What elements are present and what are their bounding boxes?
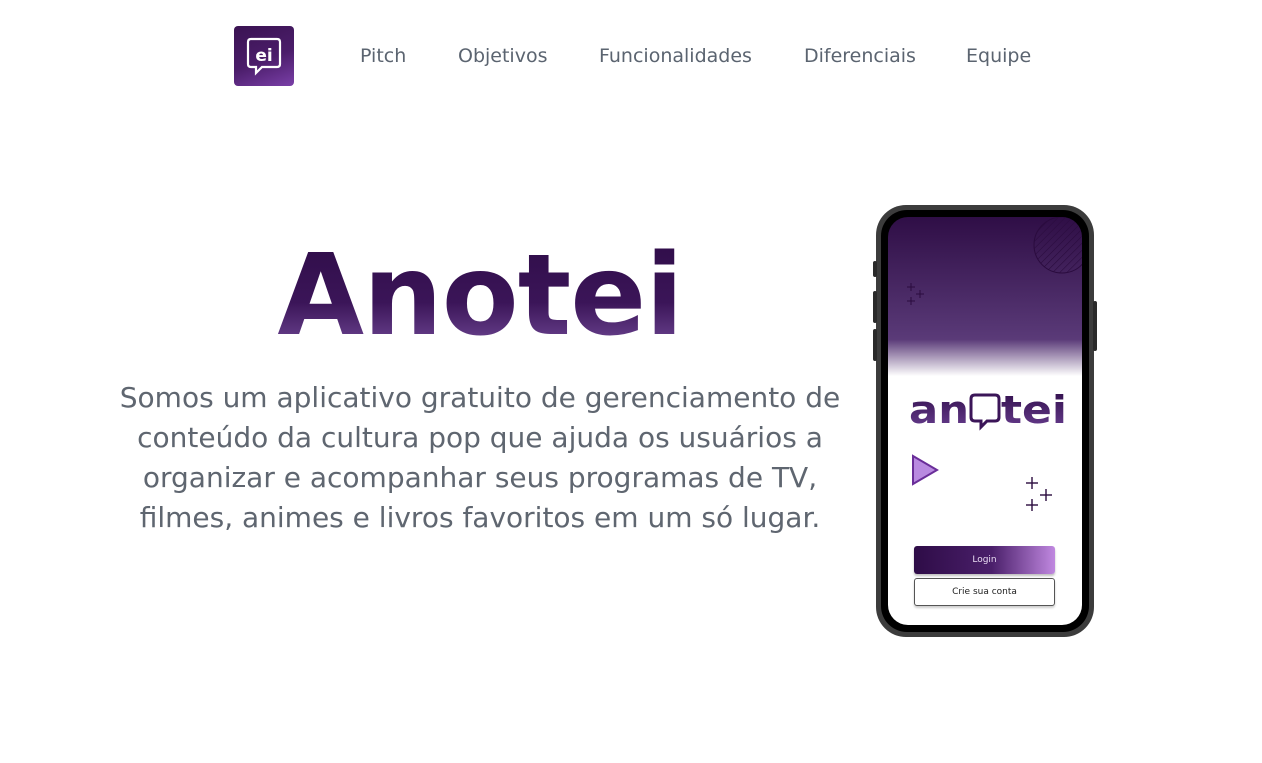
striped-circle-decoration <box>1033 217 1082 274</box>
main-nav: Pitch Objetivos Funcionalidades Diferenc… <box>0 44 1262 68</box>
phone-mockup: an tei Login Crie sua conta <box>873 205 1097 637</box>
svg-text:an: an <box>909 388 969 431</box>
nav-link-equipe[interactable]: Equipe <box>966 44 1031 68</box>
phone-screen: an tei Login Crie sua conta <box>888 217 1082 625</box>
hero-description: Somos um aplicativo gratuito de gerencia… <box>119 381 841 534</box>
hero-title: Anotei <box>130 232 830 360</box>
nav-link-objetivos[interactable]: Objetivos <box>458 44 547 68</box>
nav-link-diferenciais[interactable]: Diferenciais <box>804 44 916 68</box>
phone-button <box>873 329 877 361</box>
nav-link-funcionalidades[interactable]: Funcionalidades <box>599 44 752 68</box>
sparkle-icon <box>907 283 924 305</box>
svg-text:tei: tei <box>1001 388 1067 431</box>
nav-link-pitch[interactable]: Pitch <box>360 44 406 68</box>
play-triangle-icon <box>912 454 939 486</box>
phone-button <box>873 261 877 277</box>
sparkle-icon <box>1026 477 1052 511</box>
create-account-button[interactable]: Crie sua conta <box>914 578 1055 606</box>
app-wordmark: an tei <box>909 388 1067 431</box>
phone-button <box>873 291 877 323</box>
phone-button <box>1093 301 1097 351</box>
login-button[interactable]: Login <box>914 546 1055 574</box>
